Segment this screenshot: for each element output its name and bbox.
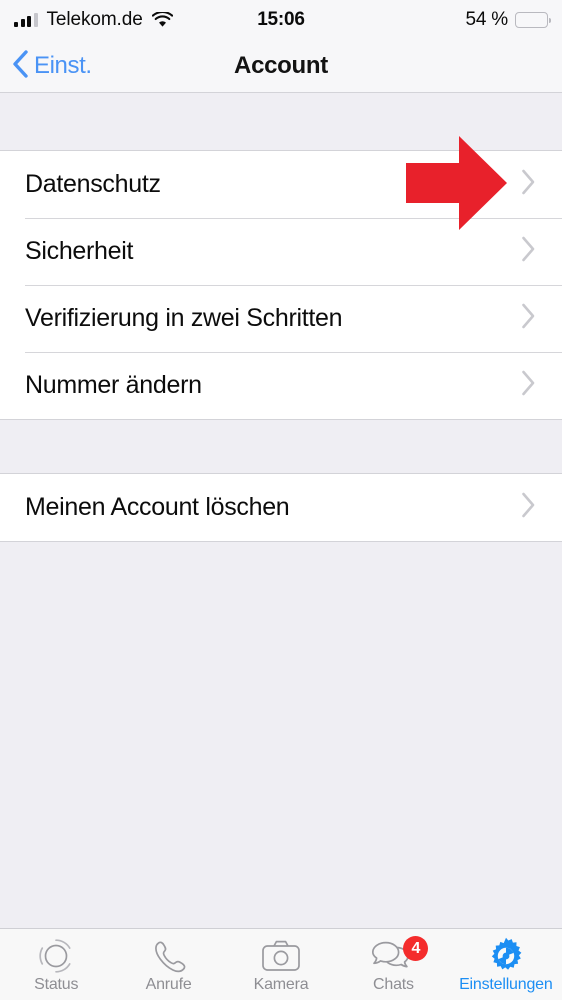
- status-bar: Telekom.de 15:06 54 %: [0, 0, 562, 40]
- list-item-label: Meinen Account löschen: [25, 493, 290, 521]
- section-spacer-top: [0, 93, 562, 150]
- list-item-nummer-aendern[interactable]: Nummer ändern: [0, 352, 562, 419]
- phone-icon: [152, 939, 186, 973]
- wifi-icon: [151, 12, 173, 28]
- chats-badge: 4: [403, 936, 429, 961]
- list-item-label: Nummer ändern: [25, 371, 202, 399]
- tab-label: Status: [34, 976, 79, 993]
- chevron-right-icon: [521, 303, 536, 334]
- back-button-label: Einst.: [34, 52, 92, 79]
- chat-bubbles-icon: 4: [372, 936, 429, 973]
- settings-group-delete: Meinen Account löschen: [0, 473, 562, 542]
- tab-status[interactable]: Status: [0, 929, 112, 1000]
- list-item-sicherheit[interactable]: Sicherheit: [0, 218, 562, 285]
- tab-label: Anrufe: [145, 976, 192, 993]
- navigation-bar: Einst. Account: [0, 40, 562, 93]
- status-bar-left: Telekom.de: [14, 9, 173, 31]
- carrier-label: Telekom.de: [46, 9, 143, 30]
- battery-icon: [515, 12, 551, 28]
- settings-group-account: Datenschutz Sicherheit Verifizierung in …: [0, 150, 562, 420]
- list-item-label: Verifizierung in zwei Schritten: [25, 304, 343, 332]
- camera-icon: [262, 939, 300, 973]
- section-spacer-middle: [0, 420, 562, 473]
- tab-kamera[interactable]: Kamera: [225, 929, 337, 1000]
- chevron-right-icon: [521, 169, 536, 200]
- status-rings-icon: [37, 939, 75, 973]
- chevron-right-icon: [521, 492, 536, 523]
- chevron-right-icon: [521, 236, 536, 267]
- tab-einstellungen[interactable]: Einstellungen: [450, 929, 562, 1000]
- tab-label: Chats: [373, 976, 414, 993]
- chevron-right-icon: [521, 370, 536, 401]
- tab-anrufe[interactable]: Anrufe: [112, 929, 224, 1000]
- gear-icon: [487, 937, 525, 973]
- list-item-datenschutz[interactable]: Datenschutz: [0, 151, 562, 218]
- list-item-label: Datenschutz: [25, 170, 161, 198]
- signal-bars-icon: [14, 13, 38, 27]
- tab-label: Einstellungen: [459, 976, 553, 993]
- tab-chats[interactable]: 4 Chats: [337, 929, 449, 1000]
- tab-bar: Status Anrufe Kamera 4 Chats Einstellung…: [0, 928, 562, 1000]
- status-bar-right: 54 %: [465, 9, 551, 31]
- back-button[interactable]: Einst.: [0, 49, 92, 83]
- list-item-verifizierung-in-zwei-schritten[interactable]: Verifizierung in zwei Schritten: [0, 285, 562, 352]
- battery-percent-label: 54 %: [465, 9, 508, 30]
- tab-label: Kamera: [253, 976, 309, 993]
- chevron-left-icon: [12, 49, 29, 83]
- list-item-label: Sicherheit: [25, 237, 134, 265]
- list-item-meinen-account-loeschen[interactable]: Meinen Account löschen: [0, 474, 562, 541]
